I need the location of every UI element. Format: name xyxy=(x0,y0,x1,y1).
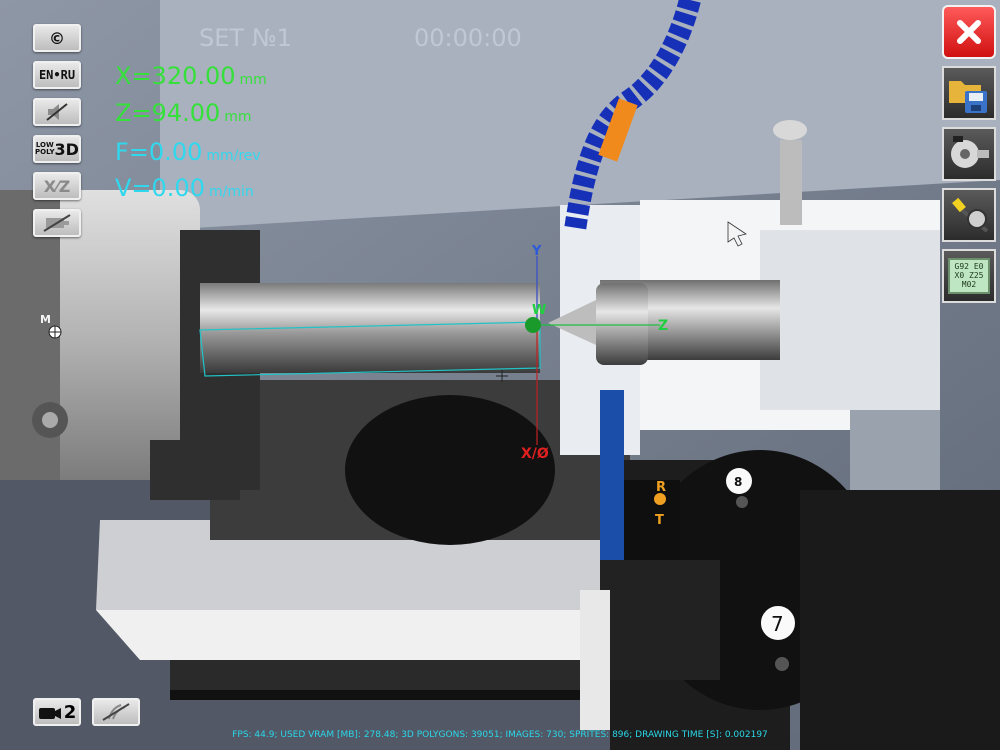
status-bar: FPS: 44.9; USED VRAM [MB]: 278.48; 3D PO… xyxy=(232,730,768,740)
open-save-button[interactable] xyxy=(942,66,996,120)
point-m-label: M xyxy=(40,313,51,326)
z-coordinate: Z=94.00 mm xyxy=(115,99,252,127)
point-t-label: T xyxy=(655,513,664,528)
folder-save-icon xyxy=(949,81,987,113)
turret-station-7: 7 xyxy=(771,612,784,636)
tool-setup-button[interactable] xyxy=(942,188,996,242)
cnc-code-screen-icon: G92 E0 X0 Z25 M02 xyxy=(948,258,990,294)
feed-rate: F=0.00 mm/rev xyxy=(115,138,261,166)
language-label: EN•RU xyxy=(38,68,76,82)
camera-icon xyxy=(38,708,61,719)
turret-station-8: 8 xyxy=(734,475,742,489)
close-icon xyxy=(957,20,981,44)
xz-toggle-button[interactable]: X⁄Z xyxy=(33,172,81,200)
point-r-label: R xyxy=(656,480,666,495)
timer: 00:00:00 xyxy=(414,24,522,52)
muted-speaker-icon xyxy=(46,103,68,121)
axis-x-label: X/Ø xyxy=(521,446,549,462)
set-title: SET №1 xyxy=(199,24,292,52)
toolpath-crossed-icon xyxy=(43,214,71,232)
3d-label: 3D xyxy=(54,139,79,159)
camera-view-number: 2 xyxy=(63,701,77,723)
cnc-program-button[interactable]: G92 E0 X0 Z25 M02 xyxy=(942,249,996,303)
axis-z-label: Z xyxy=(658,318,668,334)
coolant-toggle-button[interactable] xyxy=(92,698,140,726)
copyright-button[interactable]: © xyxy=(33,24,81,52)
x-coordinate: X=320.00 mm xyxy=(115,62,267,90)
cutting-speed: V=0.00 m/min xyxy=(115,174,254,202)
low-poly-label: LOW POLY xyxy=(35,141,55,156)
camera-view-button[interactable]: 2 xyxy=(33,698,81,726)
copyright-icon: © xyxy=(49,28,65,48)
coolant-off-icon xyxy=(102,703,130,721)
sound-toggle-button[interactable] xyxy=(33,98,81,126)
axis-y-label: Y xyxy=(531,244,542,259)
chuck-icon xyxy=(951,136,989,168)
chuck-setup-button[interactable] xyxy=(942,127,996,181)
xz-label: X⁄Z xyxy=(43,176,71,196)
point-w-label: W xyxy=(532,303,546,318)
close-button[interactable] xyxy=(942,5,996,59)
toolpath-toggle-button[interactable] xyxy=(33,209,81,237)
language-toggle-button[interactable]: EN•RU xyxy=(33,61,81,89)
low-poly-3d-button[interactable]: LOW POLY 3D xyxy=(33,135,81,163)
tool-holder-icon xyxy=(949,197,989,233)
